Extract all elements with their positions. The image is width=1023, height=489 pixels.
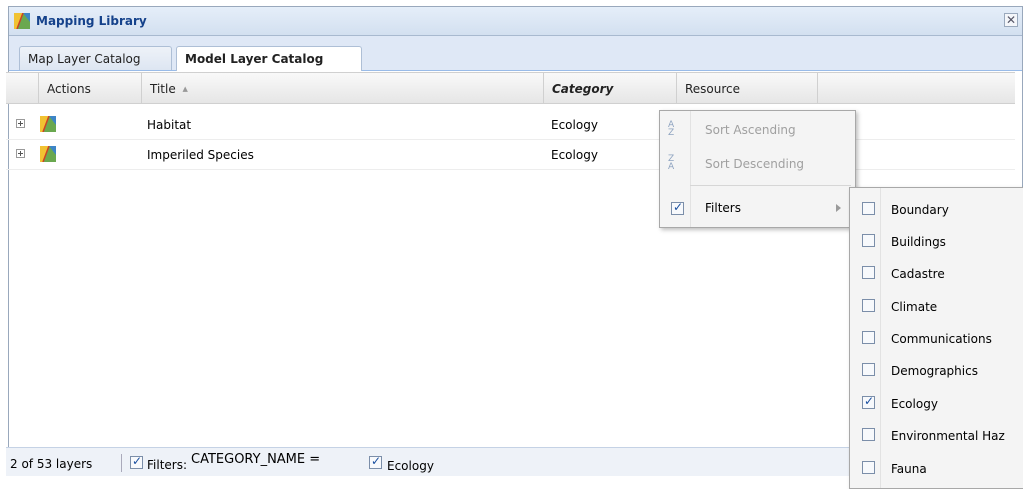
expand-icon[interactable]: [16, 119, 25, 128]
header-resource-label: Resource: [685, 82, 741, 96]
layer-count: 2 of 53 layers: [10, 457, 93, 471]
column-menu: AZ Sort Ascending ZA Sort Descending Fil…: [659, 110, 856, 228]
grid-header: Actions Title ▲ Category Resource: [6, 72, 1015, 104]
filter-checkbox[interactable]: [862, 428, 875, 441]
header-actions[interactable]: Actions: [39, 73, 142, 103]
header-actions-label: Actions: [47, 82, 91, 96]
filter-option-buildings[interactable]: Buildings: [850, 225, 1023, 257]
table-row[interactable]: Imperiled Species Ecology: [6, 140, 1015, 170]
row-title: Imperiled Species: [147, 148, 254, 162]
filter-checkbox[interactable]: [862, 461, 875, 474]
filter-submenu: Boundary Buildings Cadastre Climate Comm…: [849, 187, 1023, 489]
close-icon[interactable]: ✕: [1004, 13, 1018, 27]
window-titlebar[interactable]: Mapping Library ✕: [9, 7, 1022, 36]
header-category[interactable]: Category: [544, 73, 677, 103]
header-category-label: Category: [552, 82, 614, 96]
header-title[interactable]: Title ▲: [142, 73, 544, 103]
table-row[interactable]: Habitat Ecology: [6, 110, 1015, 140]
filter-value: Ecology: [387, 459, 434, 473]
filter-expression: CATEGORY_NAME =: [191, 452, 321, 467]
status-separator: [121, 454, 122, 472]
row-title: Habitat: [147, 118, 192, 132]
menu-sort-descending[interactable]: ZA Sort Descending: [660, 151, 855, 177]
header-title-label: Title: [150, 82, 176, 96]
filter-option-communications[interactable]: Communications: [850, 322, 1023, 354]
row-category: Ecology: [551, 148, 598, 162]
filter-option-environmental-haz[interactable]: Environmental Haz: [850, 419, 1023, 451]
expand-icon[interactable]: [16, 149, 25, 158]
filters-label: Filters:: [147, 458, 188, 472]
menu-separator: [690, 185, 851, 186]
sort-ascending-icon: AZ: [668, 120, 675, 138]
filter-checkbox[interactable]: [862, 331, 875, 344]
filters-menu-checkbox[interactable]: [671, 200, 684, 215]
filter-checkbox[interactable]: [862, 202, 875, 215]
filter-checkbox[interactable]: [862, 363, 875, 376]
filters-checkbox[interactable]: [130, 454, 143, 469]
tab-model-layer-catalog[interactable]: Model Layer Catalog: [176, 46, 362, 71]
sort-descending-icon: ZA: [668, 154, 675, 172]
filter-checkbox[interactable]: [862, 266, 875, 279]
header-expander-column: [6, 73, 39, 103]
layer-map-icon[interactable]: [40, 146, 56, 162]
filter-option-cadastre[interactable]: Cadastre: [850, 257, 1023, 289]
map-app-icon: [14, 13, 30, 29]
filter-option-boundary[interactable]: Boundary: [850, 193, 1023, 225]
filter-option-climate[interactable]: Climate: [850, 290, 1023, 322]
row-category: Ecology: [551, 118, 598, 132]
filter-value-checkbox[interactable]: [369, 454, 382, 469]
layer-map-icon[interactable]: [40, 116, 56, 132]
filter-checkbox[interactable]: [862, 299, 875, 312]
submenu-arrow-icon: [836, 204, 841, 212]
menu-filters[interactable]: Filters: [660, 195, 855, 221]
catalog-tabs: Map Layer Catalog Model Layer Catalog: [9, 36, 1022, 71]
filter-option-demographics[interactable]: Demographics: [850, 354, 1023, 386]
sort-asc-indicator-icon: ▲: [182, 85, 188, 93]
menu-sort-ascending[interactable]: AZ Sort Ascending: [660, 117, 855, 143]
header-resource[interactable]: Resource: [677, 73, 818, 103]
window-title: Mapping Library: [36, 14, 147, 28]
filter-option-ecology[interactable]: Ecology: [850, 387, 1023, 419]
tab-map-layer-catalog[interactable]: Map Layer Catalog: [19, 46, 172, 70]
filter-option-fauna[interactable]: Fauna: [850, 452, 1023, 484]
filter-checkbox[interactable]: [862, 394, 875, 409]
filter-checkbox[interactable]: [862, 234, 875, 247]
